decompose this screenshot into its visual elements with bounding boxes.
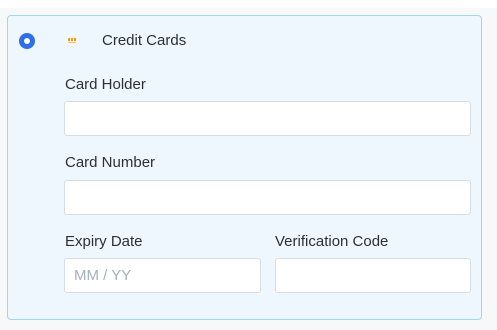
payment-method-radio[interactable] xyxy=(19,33,35,49)
verification-code-label: Verification Code xyxy=(275,233,389,250)
bottom-strip xyxy=(0,320,497,330)
verification-code-input[interactable] xyxy=(275,258,471,293)
card-number-label: Card Number xyxy=(65,154,156,171)
card-number-input[interactable] xyxy=(64,180,471,215)
expiry-date-input[interactable] xyxy=(64,258,261,293)
payment-page: Credit Cards Card Holder Card Number Exp… xyxy=(0,0,497,330)
top-strip xyxy=(0,0,497,8)
card-holder-input[interactable] xyxy=(64,101,471,136)
payment-method-label: Credit Cards xyxy=(102,32,187,49)
expiry-date-label: Expiry Date xyxy=(65,233,143,250)
card-holder-label: Card Holder xyxy=(65,76,146,93)
credit-card-payment-panel: Credit Cards Card Holder Card Number Exp… xyxy=(7,15,482,320)
radio-selected-dot xyxy=(24,38,30,44)
credit-card-icon xyxy=(67,36,77,44)
